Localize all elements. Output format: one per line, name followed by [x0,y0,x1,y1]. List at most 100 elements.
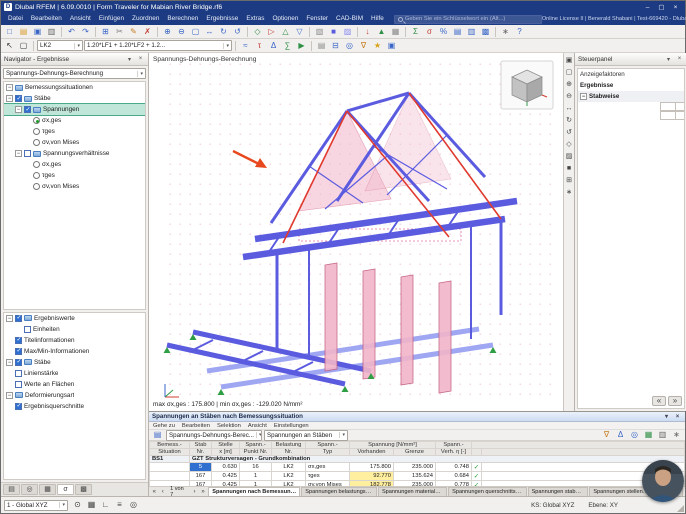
first-page-button[interactable]: « [151,489,158,495]
table-menu-gehe-zu[interactable]: Gehe zu [153,423,175,429]
close-icon[interactable]: × [136,56,145,62]
checkbox-icon[interactable] [24,106,31,113]
search-input[interactable] [405,16,538,22]
menu-cad-bim[interactable]: CAD-BIM [332,13,367,25]
export-excel-icon[interactable]: ▦ [642,430,655,440]
checkbox-icon[interactable] [15,403,22,410]
print-table-icon[interactable]: ▥ [656,430,669,440]
transparent-display-icon[interactable]: ▨ [341,26,354,38]
result-category-combo[interactable]: Spannungs-Dehnungs-Berec... ▾ [166,430,262,441]
menu-einf-gen[interactable]: Einfügen [95,13,128,25]
view-rotate-icon[interactable]: ↻ [564,115,574,126]
panel-row-stabweise[interactable]: −Stabweise [578,91,684,102]
show-tables-icon[interactable]: ▤ [451,26,464,38]
close-icon[interactable]: × [673,414,682,420]
table-settings-icon[interactable]: ∗ [670,430,683,440]
save-model-icon[interactable]: ▣ [31,26,44,38]
user-defined-view-icon[interactable]: ★ [371,40,384,52]
display-tree-item-einheiten[interactable]: Einheiten [4,324,145,335]
display-tree-item-st-be[interactable]: −Stäbe [4,357,145,368]
zoom-window-icon[interactable]: ▢ [189,26,202,38]
checkbox-icon[interactable] [15,370,22,377]
menu-ergebnisse[interactable]: Ergebnisse [202,13,242,25]
checkbox-icon[interactable] [24,150,31,157]
model-viewport[interactable]: Spannungs-Dehnungs-Berechnung [149,53,563,411]
min-max-values-icon[interactable]: Δ [267,40,280,52]
navigator-tab-panel[interactable]: ▩ [75,484,92,495]
view-in-y-icon[interactable]: △ [279,26,292,38]
pin-icon[interactable]: ▾ [125,56,134,63]
clip-box-icon[interactable]: ⊞ [564,175,574,186]
table-menu-selektion[interactable]: Selektion [217,423,241,429]
view-pan-icon[interactable]: ↔ [564,103,574,114]
navigator-tab-ansichten[interactable]: ▦ [39,484,56,495]
result-tree-item-bemessungssituationen[interactable]: −Bemessungssituationen [4,82,145,93]
result-tree-item-spannungen[interactable]: −Spannungen [4,104,145,115]
select-window-icon[interactable]: ▢ [17,40,30,52]
hidden-lines-icon[interactable]: ▨ [564,151,574,162]
next-page-button[interactable]: › [191,489,198,495]
navigator-tab-ergebnisse[interactable]: σ [57,484,74,495]
table-row[interactable]: 1670.4251LK2τges92.770135.6240.684✓ [150,472,685,481]
checkbox-icon[interactable] [24,326,31,333]
radio-icon[interactable] [33,172,40,179]
checkbox-icon[interactable] [15,381,22,388]
loadcase-combo[interactable]: LK2 ▾ [37,40,83,51]
collapse-right-button[interactable]: » [668,396,682,406]
stress-results-table[interactable]: Bemess.-StabStelleSpann.-BelastungSpann.… [149,441,685,486]
expander-icon[interactable]: − [15,106,22,113]
show-mesh-icon[interactable]: ▦ [389,26,402,38]
solid-display-icon[interactable]: ■ [327,26,340,38]
menu-zuordnen[interactable]: Zuordnen [128,13,163,25]
result-tree-item-x-ges[interactable]: σx,ges [4,115,145,126]
print-icon[interactable]: ▥ [45,26,58,38]
pan-view-icon[interactable]: ↔ [203,26,216,38]
panel-row-spannungen[interactable]: Spannungen1.00 [660,102,684,111]
copy-icon[interactable]: ⊞ [99,26,112,38]
view-zoom-in-icon[interactable]: ⊕ [564,79,574,90]
previous-view-icon[interactable]: ↺ [231,26,244,38]
guidelines-icon[interactable]: ≡ [113,499,126,511]
table-menu-bearbeiten[interactable]: Bearbeiten [182,423,210,429]
radio-icon[interactable] [33,183,40,190]
edit-icon[interactable]: ✎ [127,26,140,38]
show-loads-icon[interactable]: ↓ [361,26,374,38]
navigator-tab-daten[interactable]: ▤ [3,484,20,495]
collapse-left-button[interactable]: « [652,396,666,406]
help-icon[interactable]: ? [513,26,526,38]
view-in-z-icon[interactable]: ▽ [293,26,306,38]
legend-icon[interactable]: ▤ [315,40,328,52]
show-navigator-icon[interactable]: ▥ [465,26,478,38]
result-diagrams-icon[interactable]: ∑ [281,40,294,52]
new-model-icon[interactable]: □ [3,26,16,38]
checkbox-icon[interactable] [15,348,22,355]
panel-row-ergebnisse[interactable]: Ergebnisse [578,80,684,91]
view-in-x-icon[interactable]: ▷ [265,26,278,38]
filter-rows-icon[interactable]: ∇ [600,430,613,440]
table-tab-spannungen-materialweise[interactable]: Spannungen materialweise [378,487,447,496]
radio-icon[interactable] [33,139,40,146]
visibility-icon[interactable]: ◎ [343,40,356,52]
table-menu-ansicht[interactable]: Ansicht [248,423,267,429]
wireframe-display-icon[interactable]: ▧ [313,26,326,38]
result-tree-item-ges[interactable]: τges [4,126,145,137]
zoom-all-icon[interactable]: ▣ [564,55,574,66]
expander-icon[interactable]: − [6,84,13,91]
menu-hilfe[interactable]: Hilfe [367,13,388,25]
show-results-icon[interactable]: σ [423,26,436,38]
checkbox-icon[interactable] [15,315,22,322]
radio-icon[interactable] [33,128,40,135]
table-tab-spannungen-nach-bemessungssituation[interactable]: Spannungen nach Bemessungssituation [208,487,300,496]
display-tree-item-max-min-informationen[interactable]: Max/Min-Informationen [4,346,145,357]
table-tab-spannungen-stabweise[interactable]: Spannungen stabweise [528,487,589,496]
delete-icon[interactable]: ✗ [141,26,154,38]
table-menu-einstellungen[interactable]: Einstellungen [274,423,309,429]
table-list-icon[interactable]: ▤ [151,430,164,440]
snap-icon[interactable]: ⊙ [71,499,84,511]
view-isometric-icon[interactable]: ◇ [564,139,574,150]
animate-results-icon[interactable]: ▶ [295,40,308,52]
expander-icon[interactable]: − [6,359,13,366]
result-tree-item-v-von-mises[interactable]: σv,von Mises [4,137,145,148]
display-tree-item-ergebniswerte[interactable]: −Ergebniswerte [4,313,145,324]
view-zoom-out-icon[interactable]: ⊖ [564,91,574,102]
